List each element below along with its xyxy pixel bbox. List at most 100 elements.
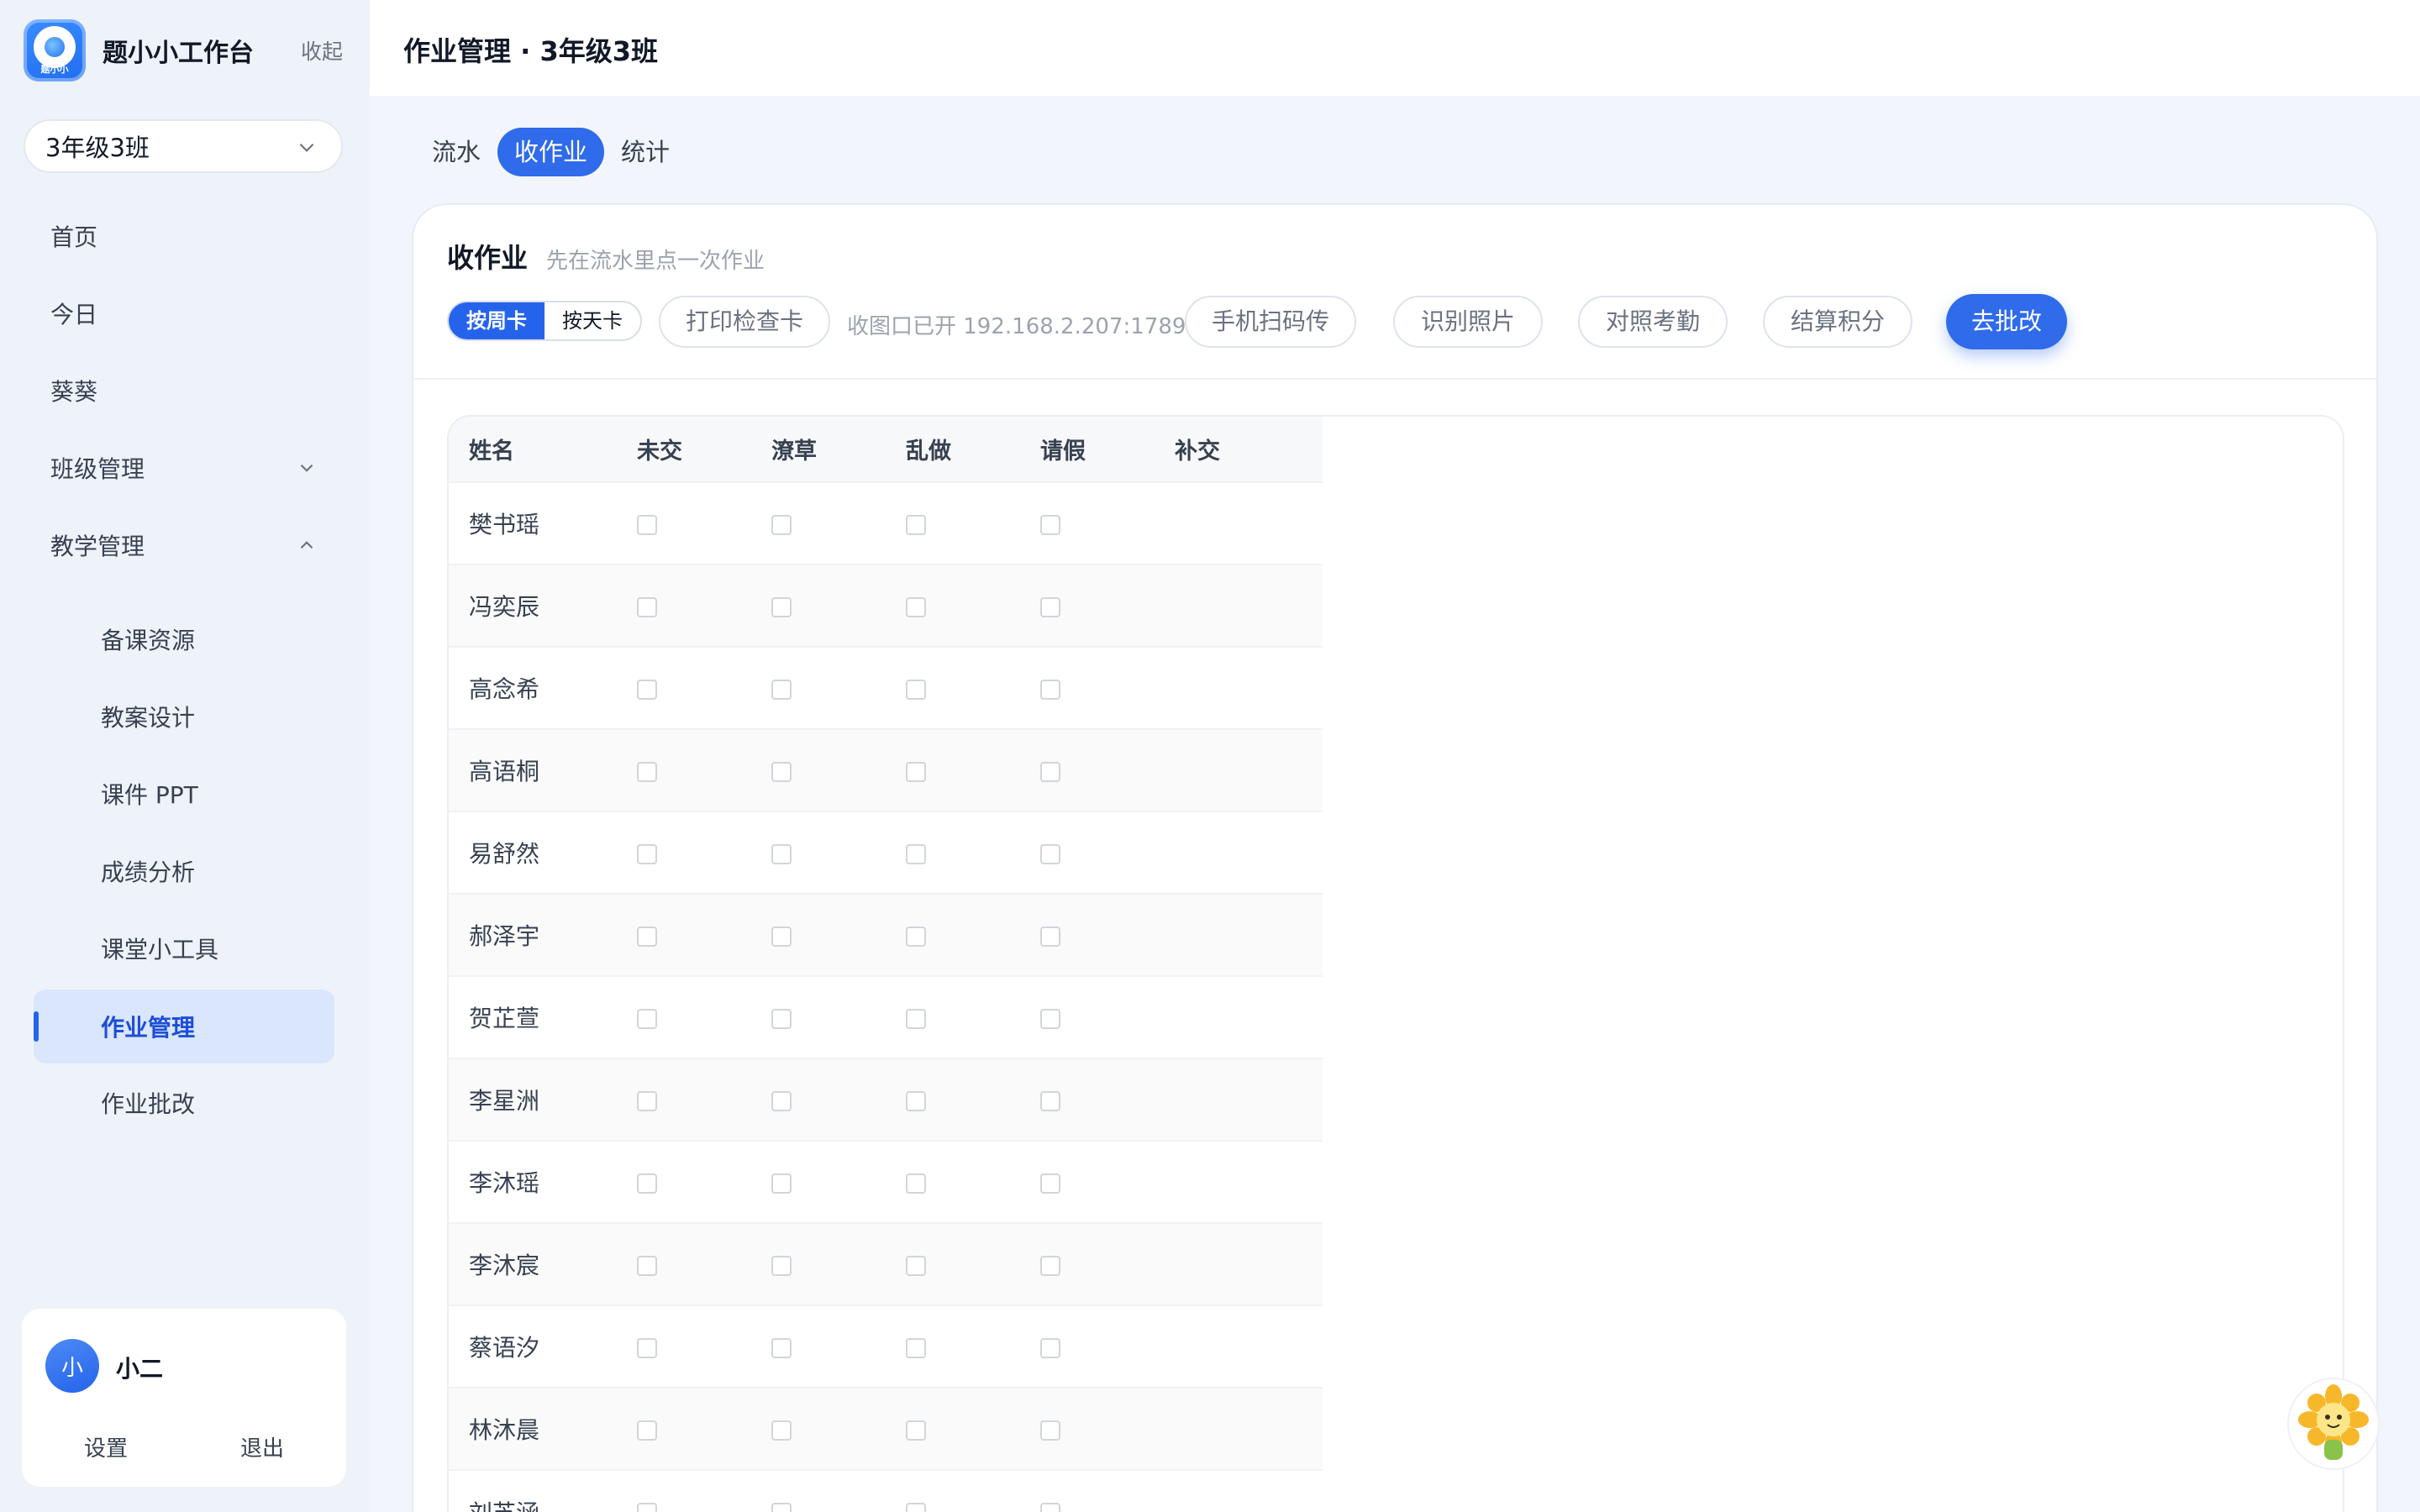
random-checkbox[interactable]	[906, 1173, 926, 1194]
go-review-button[interactable]: 去批改	[1946, 294, 2067, 349]
missing-checkbox[interactable]	[637, 926, 657, 947]
table-row: 林沐晨	[449, 1387, 1323, 1470]
sloppy-checkbox[interactable]	[771, 843, 792, 864]
random-checkbox[interactable]	[906, 926, 926, 947]
sub-item-lesson-plan[interactable]: 教案设计	[101, 696, 195, 738]
table-row: 高语桐	[449, 728, 1323, 811]
sloppy-checkbox[interactable]	[771, 761, 792, 782]
missing-checkbox[interactable]	[637, 1255, 657, 1276]
logout-link[interactable]: 退出	[240, 1431, 284, 1462]
sloppy-checkbox[interactable]	[771, 596, 792, 617]
settle-points-button[interactable]: 结算积分	[1763, 296, 1912, 348]
day-card-option[interactable]: 按天卡	[544, 302, 640, 339]
student-name: 易舒然	[449, 811, 617, 894]
leave-checkbox[interactable]	[1040, 1090, 1060, 1111]
sub-item-score-analysis[interactable]: 成绩分析	[101, 850, 195, 892]
sloppy-checkbox[interactable]	[771, 1173, 792, 1194]
collapse-button[interactable]: 收起	[301, 35, 343, 66]
leave-checkbox[interactable]	[1040, 1503, 1060, 1512]
leave-checkbox[interactable]	[1040, 1173, 1060, 1194]
missing-checkbox[interactable]	[637, 761, 657, 782]
phone-scan-upload-button[interactable]: 手机扫码传	[1185, 296, 1356, 348]
random-checkbox[interactable]	[906, 1420, 926, 1441]
sloppy-checkbox[interactable]	[771, 679, 792, 700]
missing-checkbox[interactable]	[637, 1503, 657, 1512]
leave-checkbox[interactable]	[1040, 1337, 1060, 1358]
leave-checkbox[interactable]	[1040, 1420, 1060, 1441]
print-check-card-button[interactable]: 打印检查卡	[659, 296, 830, 348]
sloppy-checkbox[interactable]	[771, 514, 792, 535]
leave-checkbox[interactable]	[1040, 596, 1060, 617]
nav-item-today[interactable]: 今日	[50, 292, 97, 334]
leave-checkbox[interactable]	[1040, 514, 1060, 535]
leave-checkbox[interactable]	[1040, 843, 1060, 864]
random-checkbox[interactable]	[906, 596, 926, 617]
student-name: 樊书瑶	[449, 481, 617, 564]
sub-item-class-tools[interactable]: 课堂小工具	[101, 927, 218, 969]
table-row: 李沐瑶	[449, 1140, 1323, 1223]
sloppy-checkbox[interactable]	[771, 1503, 792, 1512]
random-checkbox[interactable]	[906, 761, 926, 782]
sub-label: 教案设计	[101, 704, 196, 732]
app-logo: 题小小	[24, 19, 86, 81]
missing-checkbox[interactable]	[637, 1337, 657, 1358]
sloppy-checkbox[interactable]	[771, 1255, 792, 1276]
week-card-option[interactable]: 按周卡	[449, 302, 544, 339]
student-name: 冯奕辰	[449, 564, 617, 647]
sub-item-lesson-resources[interactable]: 备课资源	[101, 618, 195, 660]
page-title: 作业管理 · 3年级3班	[403, 35, 658, 67]
card-hint: 先在流水里点一次作业	[546, 249, 765, 274]
leave-checkbox[interactable]	[1040, 1255, 1060, 1276]
student-name: 林沐晨	[449, 1387, 617, 1470]
cell-leave	[1020, 481, 1155, 564]
class-select[interactable]: 3年级3班	[24, 119, 343, 173]
sunflower-mascot-icon[interactable]	[2287, 1378, 2380, 1470]
leave-checkbox[interactable]	[1040, 926, 1060, 947]
cell-missing	[617, 1387, 751, 1470]
cell-sloppy	[751, 1222, 886, 1305]
random-checkbox[interactable]	[906, 1090, 926, 1111]
sloppy-checkbox[interactable]	[771, 1420, 792, 1441]
missing-checkbox[interactable]	[637, 1008, 657, 1029]
avatar[interactable]: 小	[45, 1339, 99, 1393]
cell-makeup	[1155, 564, 1323, 647]
leave-checkbox[interactable]	[1040, 761, 1060, 782]
cell-makeup	[1155, 1140, 1323, 1223]
missing-checkbox[interactable]	[637, 1173, 657, 1194]
random-checkbox[interactable]	[906, 514, 926, 535]
settings-link[interactable]: 设置	[84, 1431, 128, 1462]
nav-item-home[interactable]: 首页	[50, 215, 97, 257]
cell-missing	[617, 564, 751, 647]
missing-checkbox[interactable]	[637, 1420, 657, 1441]
random-checkbox[interactable]	[906, 679, 926, 700]
random-checkbox[interactable]	[906, 1255, 926, 1276]
cell-leave	[1020, 646, 1155, 729]
tab-stats[interactable]: 统计	[604, 128, 687, 176]
leave-checkbox[interactable]	[1040, 1008, 1060, 1029]
check-attendance-button[interactable]: 对照考勤	[1578, 296, 1728, 348]
recognize-photo-button[interactable]: 识别照片	[1393, 296, 1543, 348]
missing-checkbox[interactable]	[637, 843, 657, 864]
sloppy-checkbox[interactable]	[771, 1090, 792, 1111]
tab-collect[interactable]: 收作业	[497, 128, 605, 176]
random-checkbox[interactable]	[906, 1337, 926, 1358]
sloppy-checkbox[interactable]	[771, 1008, 792, 1029]
sloppy-checkbox[interactable]	[771, 1337, 792, 1358]
missing-checkbox[interactable]	[637, 514, 657, 535]
missing-checkbox[interactable]	[637, 679, 657, 700]
tab-flow[interactable]: 流水	[415, 128, 497, 176]
nav-item-class-management[interactable]: 班级管理	[50, 447, 145, 489]
sub-item-ppt[interactable]: 课件 PPT	[101, 773, 198, 815]
random-checkbox[interactable]	[906, 843, 926, 864]
leave-checkbox[interactable]	[1040, 679, 1060, 700]
cell-leave	[1020, 893, 1155, 976]
nav-item-kuikui[interactable]: 葵葵	[50, 370, 97, 412]
sloppy-checkbox[interactable]	[771, 926, 792, 947]
missing-checkbox[interactable]	[637, 596, 657, 617]
nav-item-teaching-management[interactable]: 教学管理	[50, 524, 145, 566]
student-name: 高语桐	[449, 728, 617, 811]
random-checkbox[interactable]	[906, 1008, 926, 1029]
random-checkbox[interactable]	[906, 1503, 926, 1512]
missing-checkbox[interactable]	[637, 1090, 657, 1111]
sub-item-homework-grading[interactable]: 作业批改	[101, 1082, 195, 1124]
